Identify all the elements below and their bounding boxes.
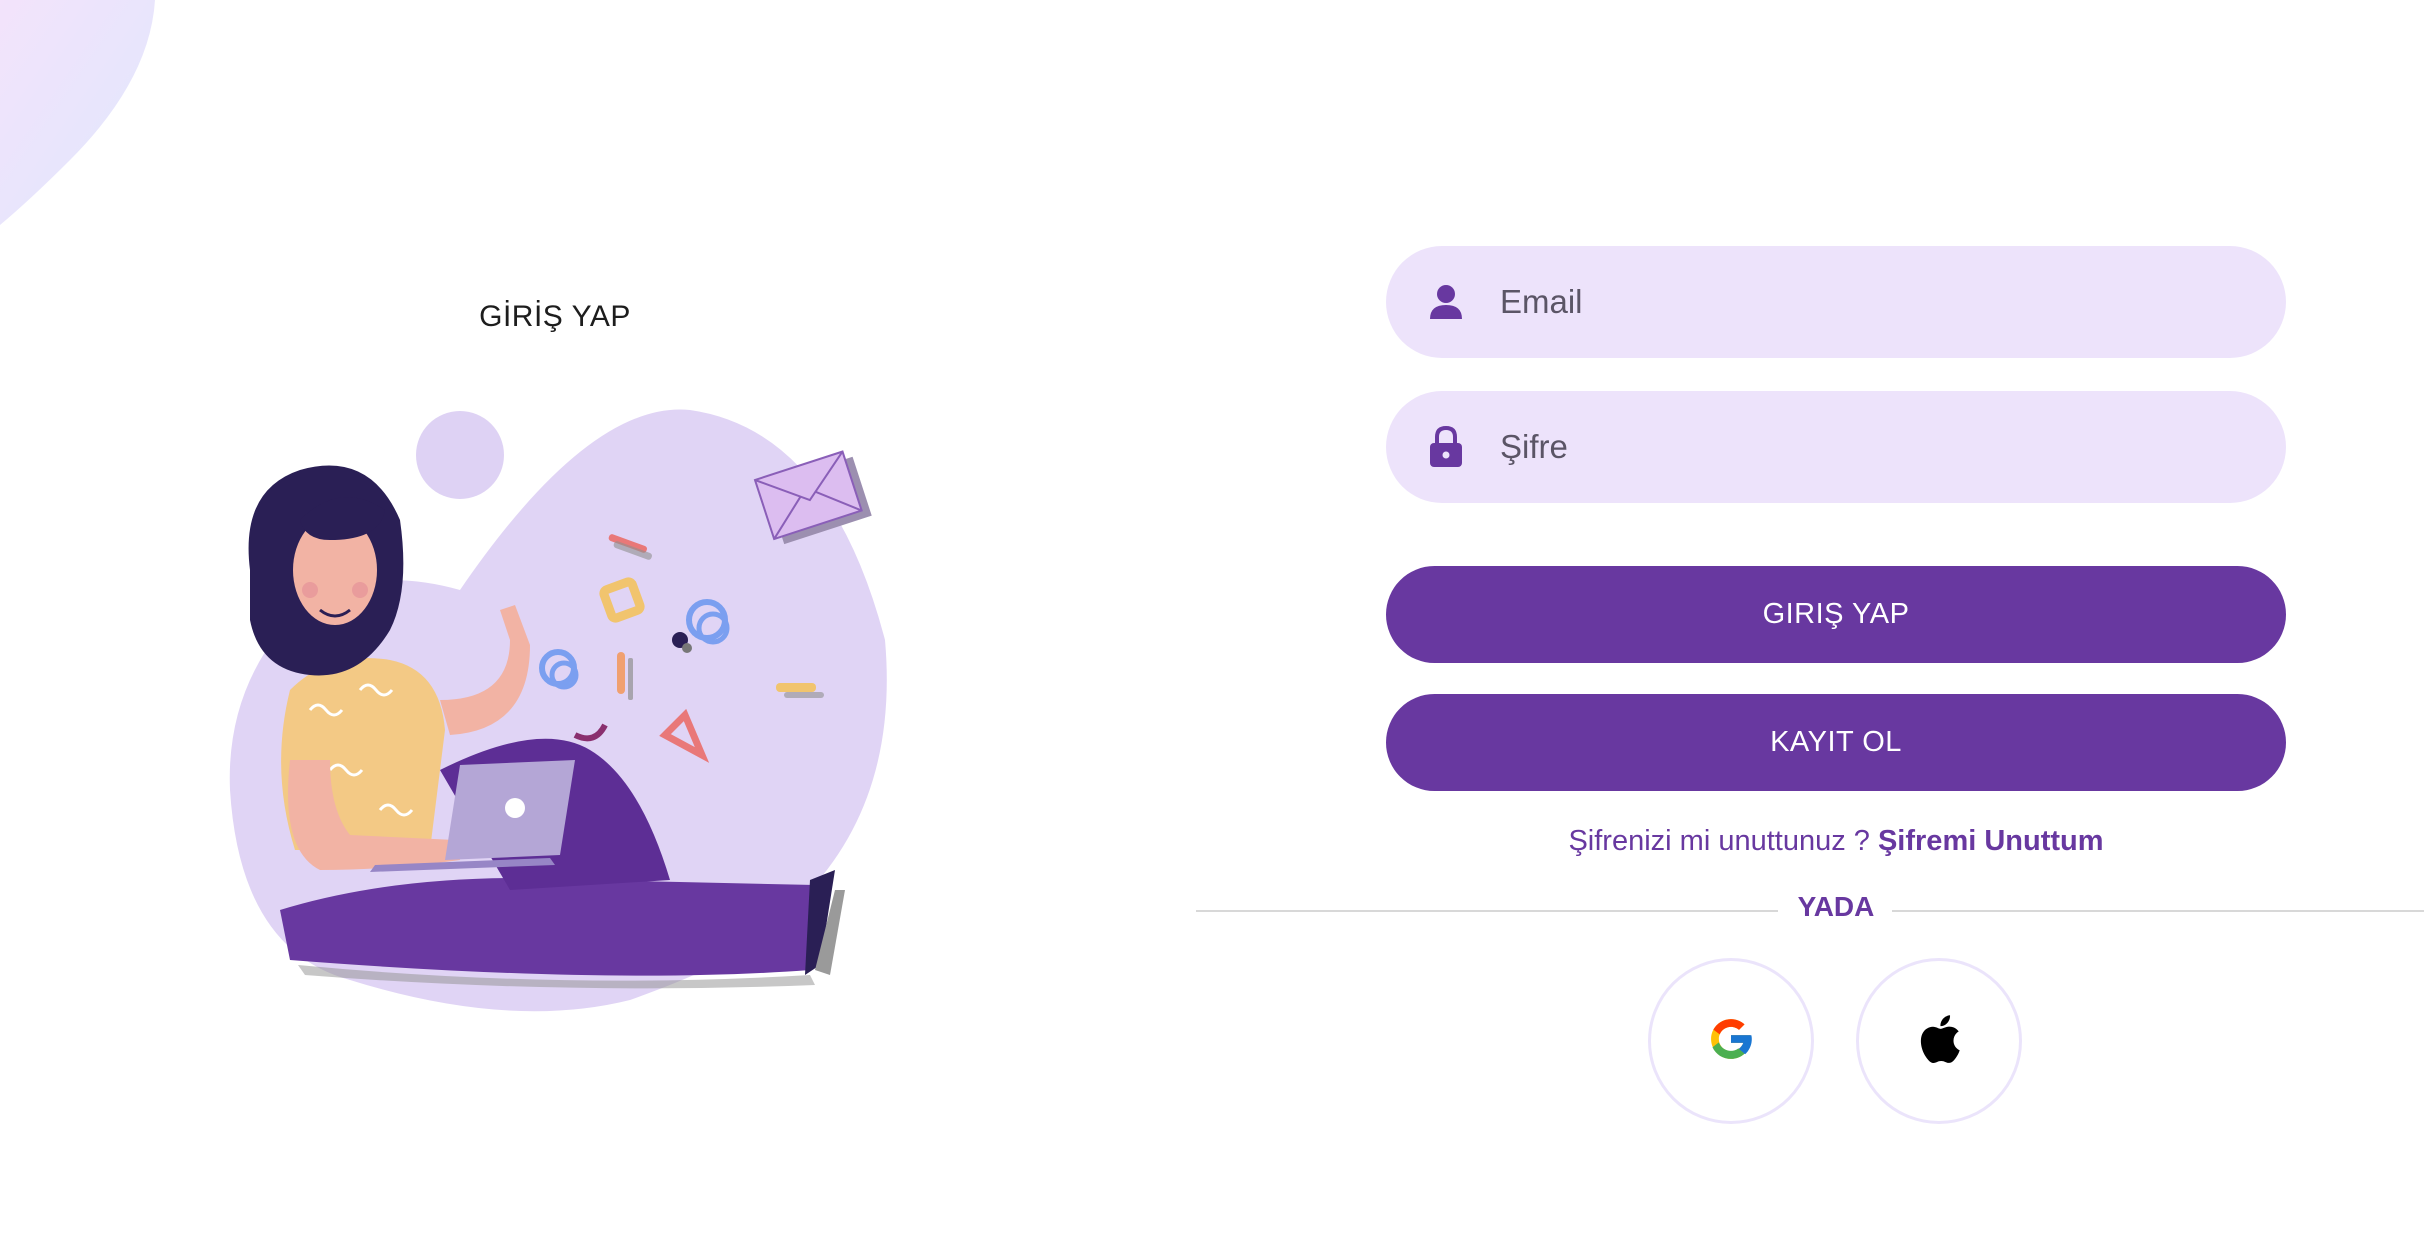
forgot-password-prompt: Şifrenizi mi unuttunuz ? <box>1568 825 1870 857</box>
apple-login-button[interactable] <box>1856 958 2022 1124</box>
password-input[interactable] <box>1498 427 2242 467</box>
register-button[interactable]: KAYIT OL <box>1386 694 2286 791</box>
google-icon <box>1705 1013 1757 1070</box>
email-field[interactable] <box>1386 246 2286 358</box>
forgot-password-link[interactable]: Şifremi Unuttum <box>1878 825 2104 857</box>
decorative-corner-blob <box>0 0 155 225</box>
divider-line-left <box>1196 910 1778 912</box>
email-input[interactable] <box>1498 282 2242 322</box>
password-field[interactable] <box>1386 391 2286 503</box>
divider-line-right <box>1892 910 2424 912</box>
google-login-button[interactable] <box>1648 958 1814 1124</box>
page-title: GİRİŞ YAP <box>479 300 631 333</box>
divider-text: YADA <box>1797 891 1875 922</box>
login-button[interactable]: GIRIŞ YAP <box>1386 566 2286 663</box>
login-illustration <box>229 409 887 1012</box>
forgot-password-row: Şifrenizi mi unuttunuz ? Şifremi Unuttum <box>1386 825 2286 858</box>
apple-icon <box>1917 1013 1961 1070</box>
lock-icon <box>1426 425 1466 469</box>
person-icon <box>1426 280 1466 324</box>
